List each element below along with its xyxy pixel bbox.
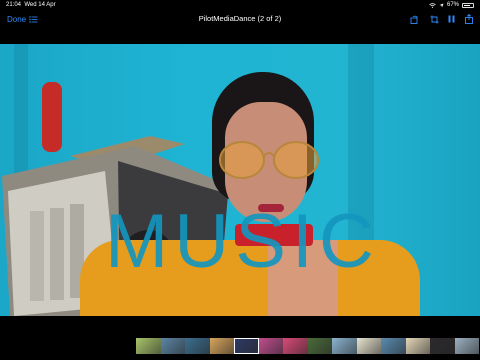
filmstrip-thumb[interactable] [332, 338, 357, 354]
filmstrip-thumb[interactable] [234, 338, 259, 354]
filmstrip-thumb[interactable] [430, 338, 455, 354]
music-overlay-text: MUSIC [105, 199, 380, 284]
filmstrip-thumb[interactable] [258, 338, 283, 354]
filmstrip-thumb[interactable] [136, 338, 161, 354]
filmstrip[interactable] [136, 338, 479, 354]
status-time: 21:04 Wed 14 Apr [6, 2, 56, 8]
status-right: 67% [429, 2, 474, 8]
filmstrip-thumb[interactable] [185, 338, 210, 354]
video-frame[interactable]: MUSIC [0, 44, 480, 316]
location-icon [439, 3, 444, 7]
filmstrip-thumb[interactable] [454, 338, 479, 354]
battery-percent: 67% [446, 2, 459, 8]
status-clock: 21:04 [6, 2, 22, 8]
filmstrip-thumb[interactable] [209, 338, 234, 354]
filmstrip-thumb[interactable] [307, 338, 332, 354]
sunglasses [219, 141, 319, 179]
battery-fill [464, 4, 471, 6]
filmstrip-thumb[interactable] [283, 338, 308, 354]
filmstrip-thumb[interactable] [356, 338, 381, 354]
filmstrip-thumb[interactable] [381, 338, 406, 354]
status-bar: 21:04 Wed 14 Apr 67% [0, 0, 480, 10]
status-date: Wed 14 Apr [24, 2, 56, 8]
filmstrip-thumb[interactable] [160, 338, 185, 354]
page-title: PilotMediaDance (2 of 2) [198, 14, 282, 23]
wifi-icon [429, 2, 436, 8]
battery-icon [462, 2, 474, 8]
filmstrip-thumb[interactable] [405, 338, 430, 354]
